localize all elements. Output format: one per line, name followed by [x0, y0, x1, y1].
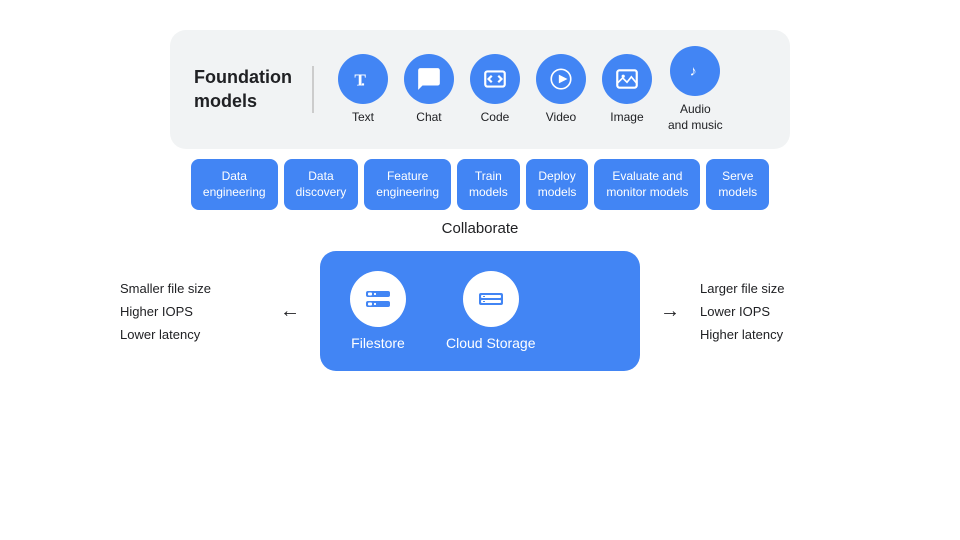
arrow-left [280, 300, 300, 323]
pipeline-train-models: Trainmodels [457, 159, 520, 210]
right-label-3: Higher latency [700, 327, 840, 342]
pipeline-data-engineering: Dataengineering [191, 159, 278, 210]
main-container: Foundationmodels T Text Chat [0, 0, 960, 540]
icon-item-image: Image [602, 54, 652, 126]
pipeline-section: Dataengineering Datadiscovery Featureeng… [191, 159, 769, 210]
collaborate-label: Collaborate [442, 220, 519, 237]
left-label-1: Smaller file size [120, 281, 260, 296]
icon-item-text: T Text [338, 54, 388, 126]
left-label-2: Higher IOPS [120, 304, 260, 319]
audio-label: Audioand music [668, 102, 723, 133]
foundation-title: Foundationmodels [194, 66, 314, 113]
icon-item-chat: Chat [404, 54, 454, 126]
cloud-storage-icon [463, 271, 519, 327]
video-label: Video [546, 110, 576, 126]
storage-box: Filestore Cloud Storage [320, 251, 640, 371]
text-label: Text [352, 110, 374, 126]
svg-text:♪: ♪ [690, 62, 697, 78]
storage-section: Smaller file size Higher IOPS Lower late… [40, 251, 920, 371]
icon-item-audio: ♪ Audioand music [668, 46, 723, 133]
filestore-label: Filestore [351, 335, 405, 351]
right-label-2: Lower IOPS [700, 304, 840, 319]
pipeline-evaluate-models: Evaluate andmonitor models [594, 159, 700, 210]
right-label-1: Larger file size [700, 281, 840, 296]
storage-right-labels: Larger file size Lower IOPS Higher laten… [700, 281, 840, 342]
pipeline-serve-models: Servemodels [706, 159, 769, 210]
foundation-section: Foundationmodels T Text Chat [170, 30, 790, 149]
audio-icon: ♪ [670, 46, 720, 96]
chat-label: Chat [416, 110, 441, 126]
cloud-storage-label: Cloud Storage [446, 335, 536, 351]
code-label: Code [481, 110, 510, 126]
storage-left-labels: Smaller file size Higher IOPS Lower late… [120, 281, 260, 342]
pipeline-feature-engineering: Featureengineering [364, 159, 451, 210]
image-label: Image [610, 110, 643, 126]
image-icon [602, 54, 652, 104]
svg-text:T: T [354, 70, 366, 89]
chat-icon [404, 54, 454, 104]
foundation-icons: T Text Chat [314, 46, 723, 133]
arrow-right [660, 300, 680, 323]
left-label-3: Lower latency [120, 327, 260, 342]
storage-item-cloud: Cloud Storage [446, 271, 536, 351]
pipeline-deploy-models: Deploymodels [526, 159, 589, 210]
pipeline-data-discovery: Datadiscovery [284, 159, 359, 210]
storage-item-filestore: Filestore [350, 271, 406, 351]
icon-item-video: Video [536, 54, 586, 126]
icon-item-code: Code [470, 54, 520, 126]
filestore-icon [350, 271, 406, 327]
code-icon [470, 54, 520, 104]
text-icon: T [338, 54, 388, 104]
video-icon [536, 54, 586, 104]
